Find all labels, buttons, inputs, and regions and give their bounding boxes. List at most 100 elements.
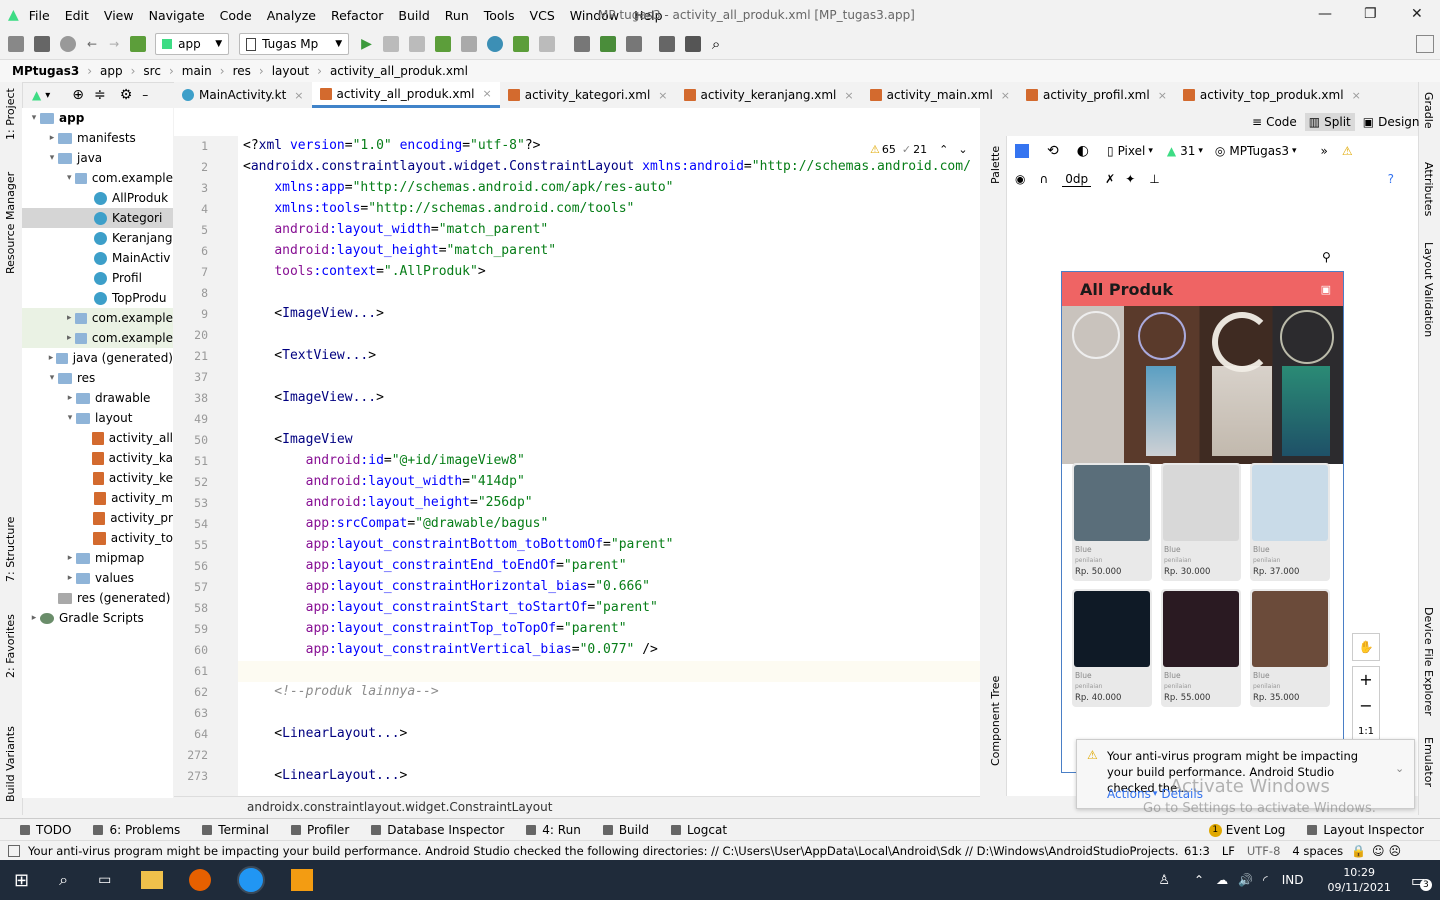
tree-node[interactable]: Profil (22, 268, 173, 288)
tree-node[interactable]: ▾ java (22, 148, 173, 168)
android-studio-taskbar-icon[interactable] (237, 866, 266, 894)
phone-preview[interactable]: All Produk ▣ Blue penilaian Rp. 50.000 Blue… (1061, 271, 1344, 773)
default-margin-select[interactable]: 0dp (1062, 172, 1092, 187)
guidelines-icon[interactable]: ⊥ (1149, 172, 1159, 186)
tree-node[interactable]: ▸ values (22, 568, 173, 588)
gradle-tool-button[interactable]: Gradle (1422, 92, 1435, 129)
tree-node[interactable]: activity_to (22, 528, 173, 548)
caret-position[interactable]: 61:3 (1184, 844, 1210, 858)
account-icon[interactable] (1416, 35, 1434, 53)
close-tab-icon[interactable]: × (1352, 89, 1361, 102)
volume-icon[interactable]: 🔊 (1238, 873, 1253, 887)
device-picker[interactable]: ▯ Pixel ▾ (1107, 144, 1153, 158)
menu-vcs[interactable]: VCS (530, 8, 555, 23)
breadcrumb-item[interactable]: activity_all_produk.xml (330, 64, 468, 78)
overflow-icon[interactable]: » (1320, 144, 1327, 158)
input-language[interactable]: IND (1282, 873, 1304, 887)
file-explorer-icon[interactable] (141, 871, 164, 889)
forward-icon[interactable]: → (109, 37, 119, 51)
eye-icon[interactable]: ◉ (1015, 172, 1025, 186)
close-tab-icon[interactable]: × (1158, 89, 1167, 102)
menu-tools[interactable]: Tools (484, 8, 515, 23)
project-tool-button[interactable]: 1: Project (4, 88, 17, 140)
layout-inspector-button[interactable]: Layout Inspector (1307, 823, 1424, 837)
clock[interactable]: 10:29 09/11/2021 (1327, 865, 1390, 895)
editor-tab[interactable]: MainActivity.kt × (174, 82, 312, 108)
search-icon[interactable]: ⌕ (59, 870, 68, 890)
tree-node[interactable]: ▾ res (22, 368, 173, 388)
tree-node[interactable]: ▸ com.example (22, 308, 173, 328)
product-card[interactable]: Blue penilaian Rp. 40.000 (1072, 589, 1152, 707)
tool-window-button[interactable]: Database Inspector (371, 823, 504, 837)
close-window-icon[interactable]: ✕ (1411, 6, 1423, 22)
structure-tool-button[interactable]: 7: Structure (4, 517, 17, 582)
tree-node[interactable]: Keranjang (22, 228, 173, 248)
zoom-in-icon[interactable]: + (1353, 667, 1379, 693)
avd-manager-icon[interactable] (599, 36, 616, 52)
line-separator[interactable]: LF (1222, 844, 1235, 858)
component-tree-tool-button[interactable]: Component Tree (989, 676, 1002, 766)
tool-window-button[interactable]: Build (602, 823, 649, 837)
product-card[interactable]: Blue penilaian Rp. 30.000 (1161, 463, 1241, 581)
view-mode-dropdown[interactable]: ▾ (45, 90, 50, 101)
inspection-widget[interactable]: ⚠ 65 ✓ 21 ⌃ ⌄ (870, 143, 968, 156)
device-select[interactable]: Tugas Mp ▼ (239, 33, 350, 55)
minimize-icon[interactable]: — (1318, 6, 1332, 22)
tree-node[interactable]: activity_ka (22, 448, 173, 468)
pan-icon[interactable]: ✋ (1352, 633, 1380, 661)
code-editor[interactable]: <?xml version="1.0" encoding="utf-8"?> <a… (238, 136, 980, 796)
search-icon[interactable]: ⌕ (712, 35, 720, 53)
make-project-icon[interactable] (130, 36, 147, 52)
chevron-down-icon[interactable]: ⌄ (958, 143, 967, 156)
warning-icon[interactable]: ⚠ (1342, 144, 1353, 158)
menu-build[interactable]: Build (398, 8, 429, 23)
status-message[interactable]: Your anti-virus program might be impacti… (28, 844, 1178, 858)
tree-node[interactable]: ▸ com.example (22, 328, 173, 348)
tree-node[interactable]: ▾ com.example (22, 168, 173, 188)
event-log-button[interactable]: 1 Event Log (1208, 823, 1285, 837)
tree-node[interactable]: ▸ Gradle Scripts (22, 608, 173, 628)
editor-tab[interactable]: activity_keranjang.xml × (676, 82, 862, 108)
sublime-text-icon[interactable] (291, 869, 314, 891)
chevron-down-icon[interactable]: ⌄ (1395, 762, 1404, 775)
indent-setting[interactable]: 4 spaces (1292, 844, 1343, 858)
tree-node[interactable]: ▸ java (generated) (22, 348, 173, 368)
orientation-icon[interactable]: ⟲ (1047, 143, 1059, 159)
run-icon[interactable]: ▶ (361, 36, 372, 52)
menu-edit[interactable]: Edit (65, 8, 89, 23)
stop-icon[interactable] (538, 36, 555, 52)
breadcrumb-item[interactable]: app (100, 64, 123, 78)
device-file-explorer-tool-button[interactable]: Device File Explorer (1422, 607, 1435, 716)
tree-node[interactable]: activity_all (22, 428, 173, 448)
close-tab-icon[interactable]: × (1001, 89, 1010, 102)
action-center-icon[interactable]: ▭ 3 (1411, 871, 1432, 891)
menu-view[interactable]: View (104, 8, 134, 23)
tree-node[interactable]: res (generated) (22, 588, 173, 608)
windows-start-icon[interactable]: ⊞ (14, 870, 29, 891)
layout-validation-tool-button[interactable]: Layout Validation (1422, 242, 1435, 337)
close-tab-icon[interactable]: × (658, 89, 667, 102)
editor-tab[interactable]: activity_all_produk.xml × (311, 82, 500, 108)
menu-code[interactable]: Code (220, 8, 252, 23)
attach-debugger-icon[interactable] (460, 36, 477, 52)
tree-node[interactable]: ▸ drawable (22, 388, 173, 408)
breadcrumb-item[interactable]: res (233, 64, 251, 78)
clear-constraints-icon[interactable]: ✗ (1105, 172, 1115, 186)
tree-node[interactable]: activity_ke (22, 468, 173, 488)
lock-icon[interactable]: 🔒 (1351, 844, 1366, 858)
run-config-select[interactable]: app ▼ (155, 33, 230, 55)
editor-tab[interactable]: activity_main.xml × (862, 82, 1018, 108)
collapse-all-icon[interactable]: ≑ (94, 87, 106, 103)
close-tab-icon[interactable]: × (844, 89, 853, 102)
menu-run[interactable]: Run (445, 8, 469, 23)
infer-constraints-icon[interactable]: ✦ (1125, 172, 1135, 186)
hide-icon[interactable]: – (142, 88, 148, 102)
android-view-icon[interactable]: ▲ (32, 88, 41, 102)
tool-window-button[interactable]: TODO (20, 823, 71, 837)
task-view-icon[interactable]: ▭ (98, 872, 111, 888)
palette-tool-button[interactable]: Palette (989, 146, 1002, 184)
actions-link[interactable]: Actions (1107, 787, 1151, 801)
breadcrumb-item[interactable]: layout (272, 64, 309, 78)
night-mode-icon[interactable]: ◐ (1077, 143, 1089, 159)
tool-window-button[interactable]: Terminal (202, 823, 269, 837)
